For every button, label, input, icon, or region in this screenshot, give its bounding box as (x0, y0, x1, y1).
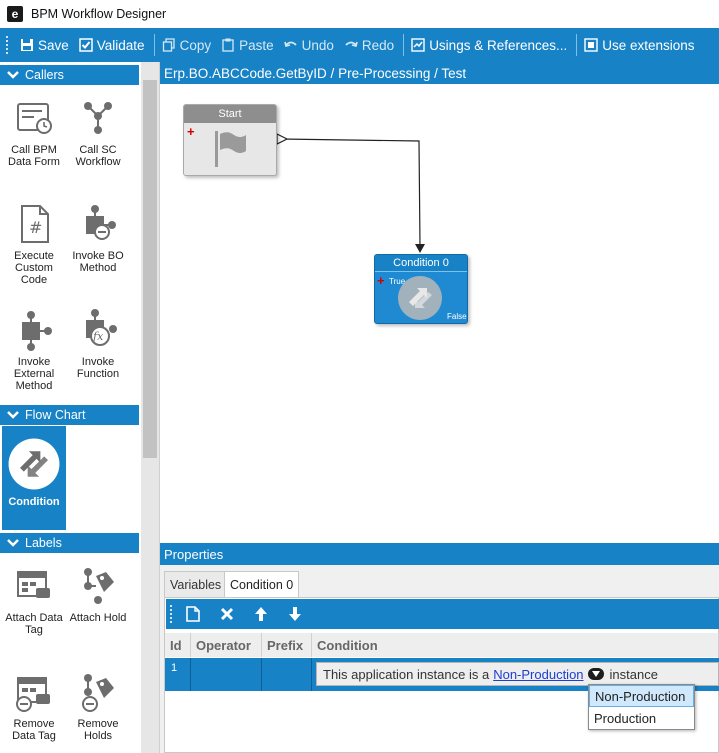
add-icon[interactable]: + (377, 274, 385, 287)
false-branch-label: False (447, 312, 467, 321)
condition-icon (398, 276, 442, 320)
start-node-title: Start (184, 105, 276, 123)
new-row-button[interactable] (180, 601, 206, 627)
tab-variables[interactable]: Variables (164, 571, 228, 597)
condition-editor[interactable]: This application instance is a Non-Produ… (316, 662, 719, 686)
arrow-down-icon (289, 607, 301, 621)
column-header-condition[interactable]: Condition (312, 633, 719, 657)
condition-suffix-text: instance (609, 666, 658, 682)
new-document-icon (186, 606, 200, 622)
start-node[interactable]: Start + (183, 104, 277, 176)
condition-prefix-text: This application instance is a (323, 666, 490, 682)
condition-node[interactable]: Condition 0 + True False (374, 254, 468, 324)
flag-icon (215, 131, 246, 167)
add-icon[interactable]: + (187, 125, 195, 138)
grid-toolbar (166, 599, 719, 629)
arrow-up-icon (255, 607, 267, 621)
tab-condition-0[interactable]: Condition 0 (224, 571, 300, 597)
environment-dropdown: Non-Production Production (588, 684, 695, 730)
dropdown-toggle-icon[interactable] (587, 668, 604, 680)
column-header-id[interactable]: Id (165, 633, 191, 657)
cell-operator[interactable] (191, 658, 262, 691)
delete-icon (220, 607, 234, 621)
condition-value-link[interactable]: Non-Production (493, 667, 583, 682)
column-header-prefix[interactable]: Prefix (262, 633, 312, 657)
condition-node-title: Condition 0 (375, 255, 467, 272)
dropdown-option-production[interactable]: Production (589, 707, 694, 729)
move-down-button[interactable] (282, 601, 308, 627)
move-up-button[interactable] (248, 601, 274, 627)
dropdown-option-non-production[interactable]: Non-Production (589, 685, 694, 707)
cell-id[interactable]: 1 (165, 658, 191, 691)
column-header-operator[interactable]: Operator (191, 633, 262, 657)
cell-prefix[interactable] (262, 658, 312, 691)
delete-row-button[interactable] (214, 601, 240, 627)
properties-header: Properties (160, 543, 719, 565)
toolbar-grip[interactable] (170, 605, 174, 623)
